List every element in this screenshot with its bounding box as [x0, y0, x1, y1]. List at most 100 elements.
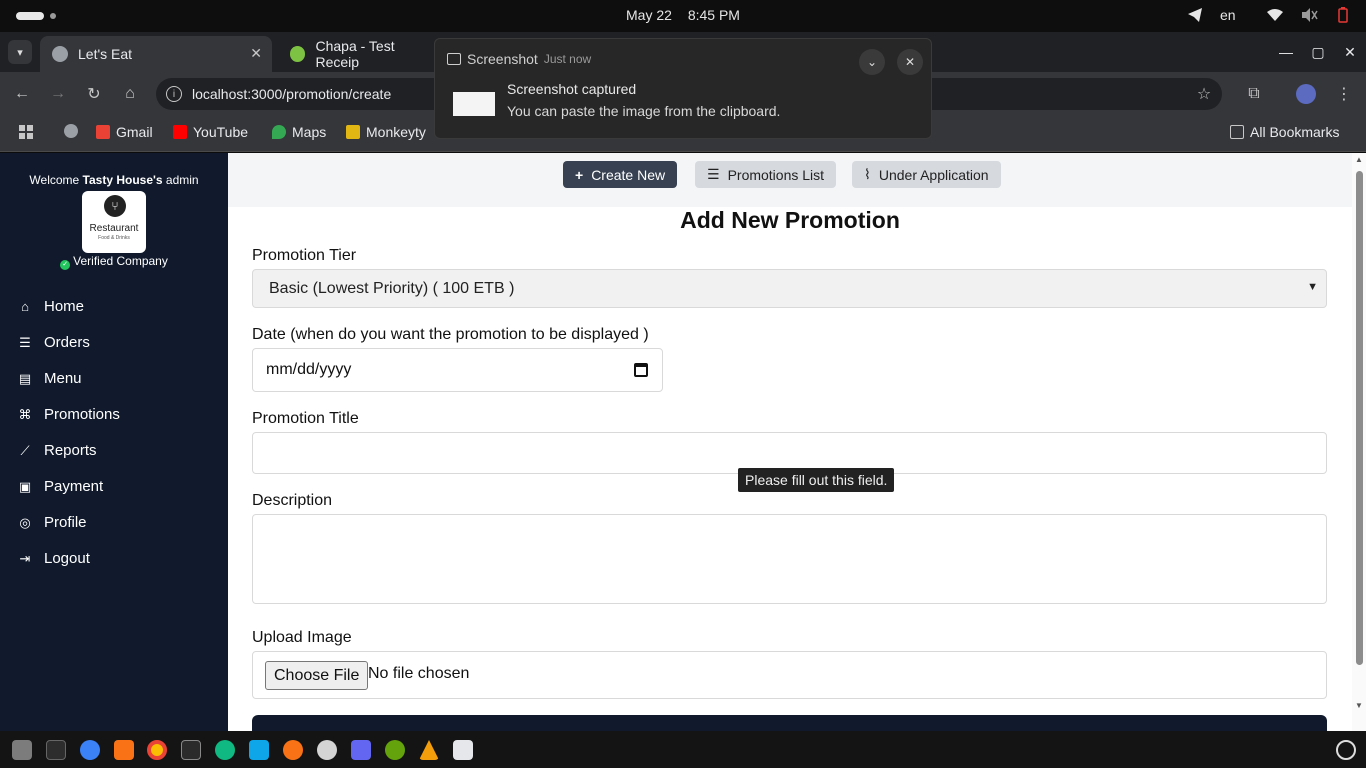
tab-search-button[interactable]: ▾ [8, 40, 32, 64]
screenshot-app-icon [447, 53, 461, 65]
youtube-icon [173, 125, 187, 139]
folder-icon [1230, 125, 1244, 139]
postman-icon[interactable] [283, 740, 303, 760]
sidebar-item-promotions[interactable]: ⌘ Promotions [18, 406, 120, 423]
system-time: 8:45 PM [687, 7, 740, 23]
maximize-icon[interactable]: ▢ [1302, 44, 1334, 61]
tab-chapa[interactable]: Chapa - Test Receip [278, 36, 438, 72]
system-monitor-icon[interactable] [46, 740, 66, 760]
menu-kebab-icon[interactable]: ⋮ [1334, 84, 1354, 104]
expand-notification-icon[interactable]: ⌄ [859, 49, 885, 75]
tab-lets-eat[interactable]: Let's Eat ✕ [40, 36, 272, 72]
promotion-tier-label: Promotion Tier [252, 247, 357, 264]
vlc-icon[interactable] [419, 740, 439, 760]
document-viewer-icon[interactable] [453, 740, 473, 760]
profile-avatar[interactable] [1296, 84, 1316, 104]
bookmark-maps[interactable]: Maps [272, 124, 326, 140]
scroll-down-icon[interactable]: ▼ [1355, 701, 1363, 710]
check-circle-icon: ✓ [60, 260, 71, 270]
mongodb-icon[interactable] [215, 740, 235, 760]
promo-icon: ⌘ [18, 406, 32, 422]
drawio-icon[interactable] [351, 740, 371, 760]
language-indicator[interactable]: en [1220, 7, 1250, 23]
bookmark-youtube[interactable]: YouTube [173, 124, 248, 140]
all-bookmarks[interactable]: All Bookmarks [1230, 124, 1339, 140]
site-info-icon[interactable]: i [166, 86, 182, 102]
home-icon[interactable]: ⌂ [120, 84, 140, 104]
battery-icon[interactable] [1334, 6, 1352, 24]
list-icon: ☰ [19, 334, 31, 350]
minimize-icon[interactable]: — [1270, 44, 1302, 60]
sidebar-item-payment[interactable]: ▣ Payment [18, 478, 103, 495]
user-icon: ◎ [19, 514, 31, 530]
vscode-icon[interactable] [249, 740, 269, 760]
forward-icon[interactable]: → [48, 84, 68, 104]
apps-grid-icon[interactable] [18, 124, 34, 140]
under-application-button[interactable]: ⌇ Under Application [852, 161, 1001, 188]
plus-icon: + [575, 166, 584, 183]
obs-icon[interactable] [317, 740, 337, 760]
sidebar-item-profile[interactable]: ◎ Profile [18, 514, 86, 531]
close-window-icon[interactable]: ✕ [1334, 44, 1366, 61]
tab-title: Let's Eat [78, 46, 133, 62]
payment-icon: ▣ [18, 478, 32, 494]
screenshot-thumbnail [453, 92, 495, 116]
gimp-icon[interactable] [385, 740, 405, 760]
url-text: localhost:3000/promotion/create [192, 86, 392, 102]
close-tab-icon[interactable]: ✕ [250, 45, 262, 62]
vertical-scrollbar[interactable]: ▲ ▼ [1352, 153, 1366, 731]
description-label: Description [252, 492, 333, 509]
settings-gear-icon[interactable] [1336, 740, 1356, 760]
promotion-tier-select[interactable]: Basic (Lowest Priority) ( 100 ETB ) ▼ [252, 269, 1327, 308]
system-top-bar: May 22 8:45 PM en [0, 0, 1366, 32]
sidebar-item-logout[interactable]: ⇥ Logout [18, 550, 90, 567]
sidebar-item-menu[interactable]: ▤ Menu [18, 370, 82, 387]
close-notification-icon[interactable]: ✕ [897, 49, 923, 75]
globe-bookmark-icon[interactable] [64, 124, 78, 138]
calendar-icon[interactable] [634, 363, 648, 377]
system-tray: en [1186, 6, 1352, 24]
notification-message: You can paste the image from the clipboa… [507, 103, 781, 119]
bookmark-monkeytype[interactable]: Monkeyty [346, 124, 426, 140]
choose-file-button[interactable]: Choose File [265, 661, 369, 690]
telegram-icon[interactable] [1186, 6, 1204, 24]
notification-time: Just now [543, 52, 592, 66]
upload-image-label: Upload Image [252, 629, 352, 646]
sidebar-item-home[interactable]: ⌂ Home [18, 298, 84, 315]
back-icon[interactable]: ← [12, 84, 32, 104]
selected-tier: Basic (Lowest Priority) ( 100 ETB ) [269, 279, 515, 297]
system-clock[interactable]: May 22 8:45 PM [0, 7, 1366, 23]
volume-muted-icon[interactable] [1300, 6, 1318, 24]
bookmark-star-icon[interactable]: ☆ [1194, 84, 1214, 104]
promotions-list-button[interactable]: ☰ Promotions List [695, 161, 837, 188]
create-new-button[interactable]: + Create New [563, 161, 678, 188]
scroll-up-icon[interactable]: ▲ [1355, 155, 1363, 164]
submit-button[interactable] [252, 715, 1327, 731]
reload-icon[interactable]: ↻ [84, 84, 104, 104]
gmail-icon [96, 125, 110, 139]
bookmark-gmail[interactable]: Gmail [96, 124, 153, 140]
date-input[interactable]: mm/dd/yyyy [252, 348, 663, 392]
restaurant-logo: ⑂ Restaurant Food & Drinks [82, 191, 146, 253]
promotion-title-label: Promotion Title [252, 410, 359, 427]
sidebar-item-orders[interactable]: ☰ Orders [18, 334, 90, 351]
welcome-text: Welcome Tasty House's admin [29, 173, 199, 187]
book-icon: ▤ [18, 370, 32, 386]
chrome-icon[interactable] [147, 740, 167, 760]
main-content: + Create New ☰ Promotions List ⌇ Under A… [228, 153, 1352, 731]
wifi-icon[interactable] [1266, 6, 1284, 24]
extensions-icon[interactable]: ⧉ [1244, 84, 1264, 104]
screenshot-notification[interactable]: Screenshot Just now ⌄ ✕ Screenshot captu… [434, 38, 932, 139]
files-icon[interactable] [12, 740, 32, 760]
sidebar: Welcome Tasty House's admin ⑂ Restaurant… [0, 153, 228, 731]
terminal-icon[interactable] [181, 740, 201, 760]
system-date: May 22 [626, 7, 672, 23]
sidebar-item-reports[interactable]: ⟋ Reports [18, 442, 96, 459]
description-textarea[interactable] [252, 514, 1327, 604]
help-icon[interactable] [80, 740, 100, 760]
scrollbar-thumb[interactable] [1356, 171, 1363, 665]
software-center-icon[interactable] [114, 740, 134, 760]
monkeytype-icon [346, 125, 360, 139]
promotion-top-nav: + Create New ☰ Promotions List ⌇ Under A… [228, 153, 1352, 207]
page-title: Add New Promotion [680, 207, 900, 233]
